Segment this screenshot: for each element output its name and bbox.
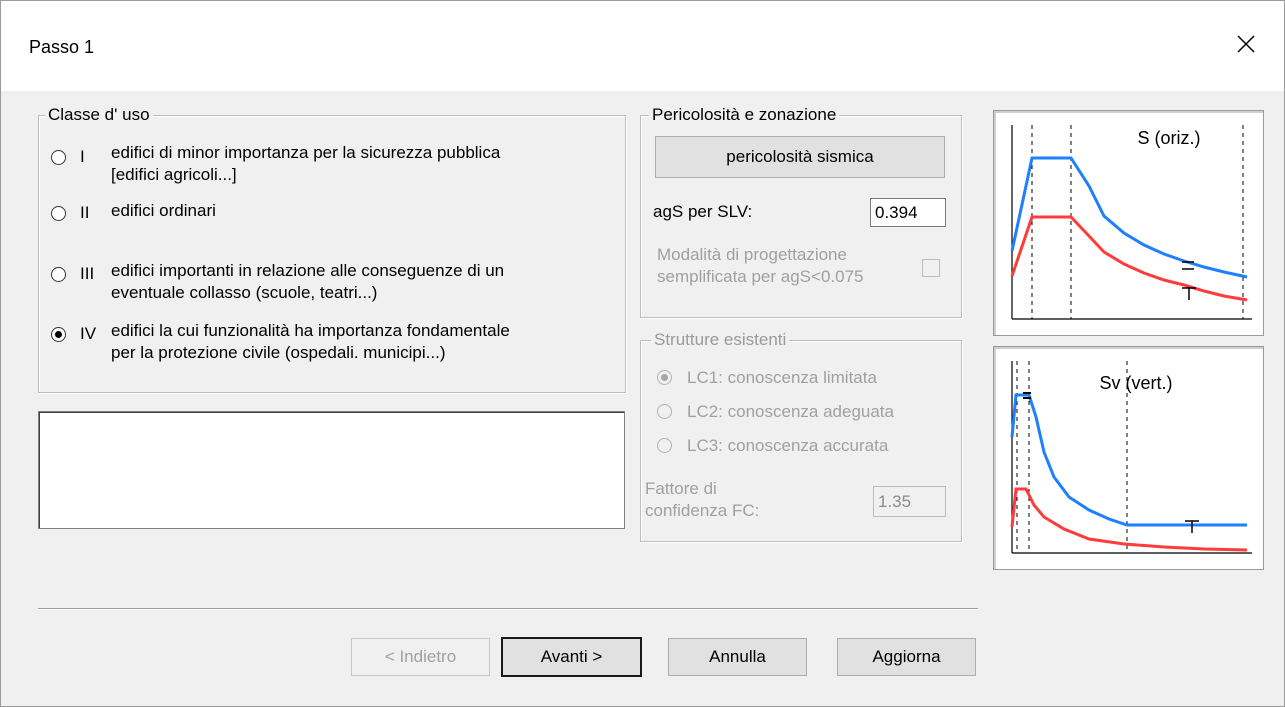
lc1-label: LC1: conoscenza limitata [687, 368, 877, 387]
numeral-ii: II [80, 203, 90, 222]
numeral-iii: III [80, 264, 95, 283]
notes-textbox[interactable] [38, 411, 625, 529]
vertical-spectrum-chart: Sv (vert.) [1010, 361, 1252, 554]
radio-lc1[interactable] [657, 370, 672, 385]
fattore-label-line1: Fattore di [645, 479, 717, 498]
classe-iii-line2: eventuale collasso (scuole, teatri...) [111, 283, 378, 302]
modalita-checkbox[interactable] [922, 259, 940, 277]
dialog-title: Passo 1 [29, 37, 95, 57]
classe-i-line1: edifici di minor importanza per la sicur… [111, 143, 501, 162]
radio-lc3[interactable] [657, 438, 672, 453]
back-button[interactable]: < Indietro [351, 638, 490, 676]
title-bar: Passo 1 [1, 1, 1284, 91]
radio-classe-ii[interactable] [51, 206, 66, 221]
radio-lc2[interactable] [657, 404, 672, 419]
radio-classe-iv[interactable] [51, 327, 66, 342]
numeral-iv: IV [80, 324, 97, 343]
vertical-spectrum-panel: Sv (vert.) [993, 346, 1264, 570]
update-button[interactable]: Aggiorna [837, 638, 976, 676]
vertical-chart-title: Sv (vert.) [1099, 373, 1172, 393]
classe-uso-legend: Classe d' uso [45, 105, 153, 125]
horizontal-chart-title: S (oriz.) [1138, 128, 1201, 148]
classe-iv-line1: edifici la cui funzionalità ha importanz… [111, 321, 510, 340]
red-spectrum-curve [1010, 487, 1248, 552]
modalita-label-line2: semplificata per agS<0.075 [657, 267, 864, 286]
radio-classe-iii[interactable] [51, 267, 66, 282]
separator-line [38, 608, 978, 610]
ags-input[interactable] [870, 198, 946, 227]
next-button[interactable]: Avanti > [501, 637, 642, 677]
lc3-label: LC3: conoscenza accurata [687, 436, 889, 455]
horizontal-spectrum-panel: S (oriz.) [993, 110, 1264, 336]
ags-label: agS per SLV: [653, 202, 753, 221]
radio-dot [55, 331, 62, 338]
fattore-input[interactable] [873, 486, 946, 517]
numeral-i: I [80, 147, 85, 166]
close-icon[interactable] [1229, 27, 1263, 61]
classe-iv-line2: per la protezione civile (ospedali. muni… [111, 343, 446, 362]
dialog-window: Passo 1 Classe d' uso I edifici di minor… [0, 0, 1285, 707]
blue-spectrum-curve [1010, 393, 1247, 527]
cancel-button[interactable]: Annulla [668, 638, 807, 676]
horizontal-spectrum-chart: S (oriz.) [1010, 125, 1252, 320]
red-spectrum-curve [1010, 215, 1248, 302]
classe-iii-line1: edifici importanti in relazione alle con… [111, 261, 505, 280]
radio-classe-i[interactable] [51, 150, 66, 165]
classe-i-line2: [edifici agricoli...] [111, 165, 237, 184]
classe-ii-line1: edifici ordinari [111, 201, 216, 220]
radio-dot [661, 374, 668, 381]
pericolosita-legend: Pericolosità e zonazione [649, 105, 840, 125]
strutture-legend: Strutture esistenti [651, 330, 790, 350]
modalita-label-line1: Modalità di progettazione [657, 245, 847, 264]
fattore-label-line2: confidenza FC: [645, 501, 760, 520]
lc2-label: LC2: conoscenza adeguata [687, 402, 894, 421]
pericolosita-sismica-button[interactable]: pericolosità sismica [655, 136, 945, 178]
